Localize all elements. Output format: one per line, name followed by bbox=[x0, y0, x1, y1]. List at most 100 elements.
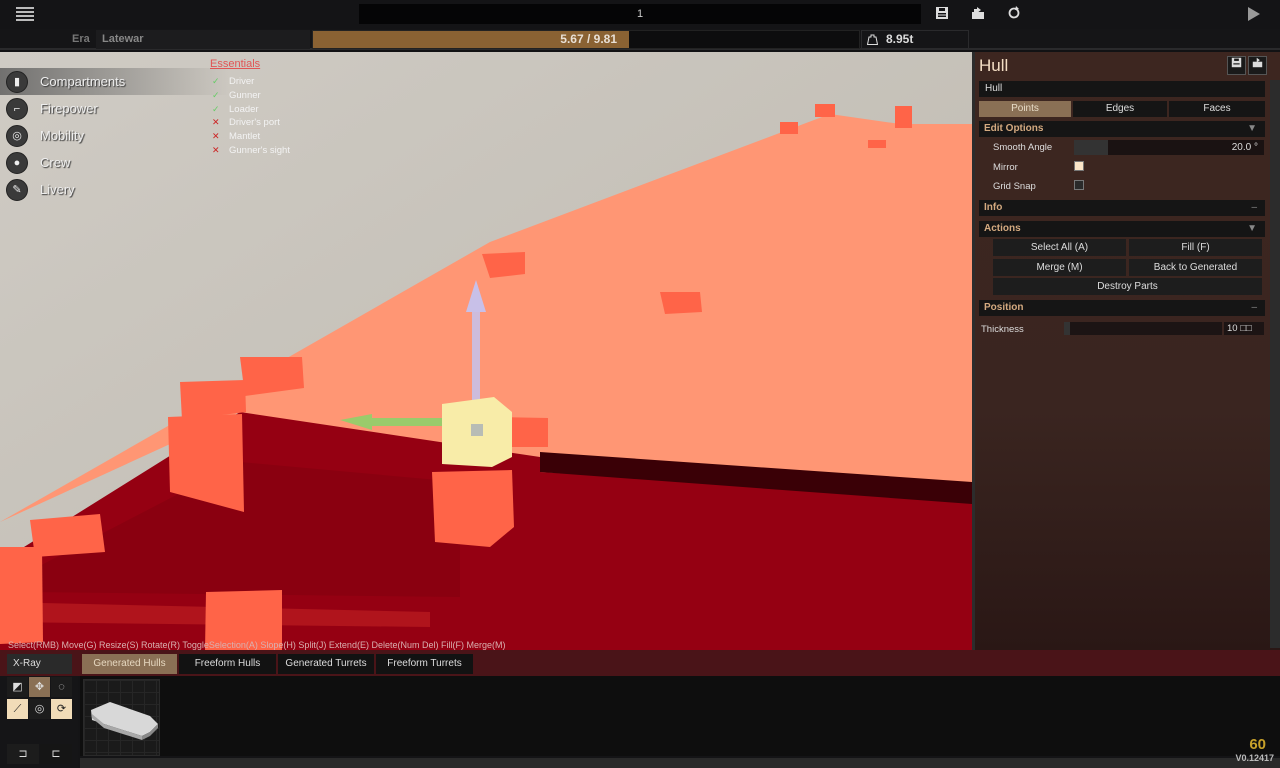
category-label: Firepower bbox=[40, 101, 98, 116]
weight-progress-text: 5.67 / 9.81 bbox=[560, 32, 617, 46]
essential-label: Driver bbox=[229, 76, 255, 88]
destroy-parts-button[interactable]: Destroy Parts bbox=[993, 278, 1262, 295]
thickness-value-input[interactable]: 10 □□ bbox=[1224, 322, 1264, 335]
essential-label: Driver's port bbox=[229, 117, 280, 129]
tab-generated-hulls[interactable]: Generated Hulls bbox=[82, 654, 177, 674]
xray-toggle[interactable]: X-Ray bbox=[7, 654, 72, 674]
merge-button[interactable]: Merge (M) bbox=[993, 259, 1126, 276]
firepower-icon: ⌐ bbox=[6, 97, 28, 120]
cross-icon: ✕ bbox=[212, 117, 220, 128]
redo-icon[interactable]: ⊏ bbox=[40, 744, 72, 764]
section-actions[interactable]: Actions ▼ bbox=[979, 221, 1265, 237]
3d-viewport[interactable]: ▮ Compartments ⌐ Firepower ◎ Mobility ● Crew ✎ Li… bbox=[0, 52, 972, 650]
thickness-label: Thickness bbox=[981, 324, 1024, 335]
essential-item: ✓ Loader bbox=[212, 102, 290, 116]
essential-item: ✕ Gunner's sight bbox=[212, 143, 290, 157]
tab-generated-turrets[interactable]: Generated Turrets bbox=[278, 654, 374, 674]
keyboard-hint: Select(RMB) Move(G) Resize(S) Rotate(R) … bbox=[8, 640, 506, 650]
section-edit-options[interactable]: Edit Options ▼ bbox=[979, 121, 1265, 137]
category-mobility[interactable]: ◎ Mobility bbox=[0, 122, 230, 149]
mass-readout: 8.95t bbox=[861, 30, 969, 49]
snap-tool-icon[interactable]: ◎ bbox=[29, 699, 50, 719]
essential-item: ✕ Driver's port bbox=[212, 116, 290, 130]
mobility-icon: ◎ bbox=[6, 124, 28, 147]
back-to-generated-button[interactable]: Back to Generated bbox=[1129, 259, 1262, 276]
catalog-scrollbar[interactable] bbox=[80, 758, 1280, 768]
category-livery[interactable]: ✎ Livery bbox=[0, 176, 230, 203]
smooth-angle-slider[interactable]: 20.0 ° bbox=[1074, 140, 1264, 155]
hamburger-menu-icon[interactable] bbox=[16, 7, 34, 22]
point-handle bbox=[815, 104, 835, 117]
panel-scrollbar[interactable] bbox=[1270, 80, 1280, 648]
category-crew[interactable]: ● Crew bbox=[0, 149, 230, 176]
essential-label: Gunner's sight bbox=[229, 144, 290, 156]
refresh-icon[interactable] bbox=[1006, 6, 1022, 22]
part-name-input[interactable]: Hull bbox=[979, 81, 1265, 97]
bottom-bar: X-Ray Generated Hulls Freeform Hulls Gen… bbox=[0, 650, 1280, 768]
top-bar: 1 bbox=[0, 0, 1280, 29]
grid-snap-checkbox[interactable] bbox=[1074, 180, 1084, 190]
era-select[interactable]: Latewar bbox=[96, 30, 310, 49]
essentials-title: Essentials bbox=[210, 58, 261, 70]
part-catalog bbox=[80, 676, 1280, 756]
smooth-angle-label: Smooth Angle bbox=[993, 142, 1053, 153]
version-label: V0.12417 bbox=[1235, 753, 1274, 763]
essential-item: ✕ Mantlet bbox=[212, 130, 290, 144]
save-icon bbox=[1231, 57, 1242, 68]
era-label: Era bbox=[72, 33, 90, 45]
tab-faces[interactable]: Faces bbox=[1169, 101, 1265, 117]
slope-tool-icon[interactable]: ⟋ bbox=[7, 699, 28, 719]
category-compartments[interactable]: ▮ Compartments bbox=[0, 68, 230, 95]
thickness-slider-handle[interactable] bbox=[1064, 322, 1070, 335]
undo-icon[interactable]: ⊐ bbox=[7, 744, 39, 764]
point-handle bbox=[868, 140, 886, 148]
section-title: Position bbox=[984, 302, 1024, 313]
rotate-tool-icon[interactable]: ◌ bbox=[51, 677, 72, 697]
mass-value: 8.95t bbox=[886, 32, 914, 46]
point-handle bbox=[0, 547, 43, 644]
weight-icon bbox=[867, 34, 878, 45]
essential-label: Gunner bbox=[229, 90, 261, 102]
weight-progress-bar: 5.67 / 9.81 bbox=[312, 30, 860, 49]
gizmo-center bbox=[471, 424, 483, 436]
tab-edges[interactable]: Edges bbox=[1073, 101, 1167, 117]
smooth-angle-fill bbox=[1074, 140, 1108, 155]
category-firepower[interactable]: ⌐ Firepower bbox=[0, 95, 230, 122]
export-icon bbox=[1252, 57, 1263, 68]
scale-tool-icon[interactable]: ◩ bbox=[7, 677, 28, 697]
essential-item: ✓ Gunner bbox=[212, 89, 290, 103]
select-all-button[interactable]: Select All (A) bbox=[993, 239, 1126, 256]
crew-icon: ● bbox=[6, 151, 28, 174]
hull-thumbnail[interactable] bbox=[83, 679, 160, 756]
export-icon[interactable] bbox=[970, 6, 986, 22]
catalog-tab-strip: X-Ray Generated Hulls Freeform Hulls Gen… bbox=[0, 650, 1280, 676]
grid-snap-label: Grid Snap bbox=[993, 181, 1036, 192]
section-position[interactable]: Position – bbox=[979, 300, 1265, 316]
thickness-slider[interactable] bbox=[1064, 322, 1222, 335]
save-icon[interactable] bbox=[934, 6, 950, 22]
smooth-angle-value: 20.0 ° bbox=[1231, 142, 1258, 153]
move-tool-icon[interactable]: ✥ bbox=[29, 677, 50, 697]
fill-button[interactable]: Fill (F) bbox=[1129, 239, 1262, 256]
point-handle bbox=[432, 470, 514, 547]
panel-title: Hull bbox=[979, 56, 1009, 75]
tab-freeform-hulls[interactable]: Freeform Hulls bbox=[179, 654, 276, 674]
vehicle-name-input[interactable]: 1 bbox=[359, 4, 921, 24]
cross-icon: ✕ bbox=[212, 131, 220, 142]
cross-icon: ✕ bbox=[212, 144, 220, 155]
local-rotate-icon[interactable]: ⟳ bbox=[51, 699, 72, 719]
panel-save-button[interactable] bbox=[1227, 56, 1246, 75]
category-label: Compartments bbox=[40, 74, 126, 89]
check-icon: ✓ bbox=[212, 103, 220, 114]
stats-bar: Era Latewar 5.67 / 9.81 8.95t bbox=[0, 29, 1280, 50]
compartments-icon: ▮ bbox=[6, 70, 28, 93]
mirror-checkbox[interactable] bbox=[1074, 161, 1084, 171]
section-info[interactable]: Info – bbox=[979, 200, 1265, 216]
properties-panel: Hull Hull Points Edges Faces Edit Option… bbox=[972, 52, 1280, 650]
category-list: ▮ Compartments ⌐ Firepower ◎ Mobility ● Crew ✎ Li… bbox=[0, 68, 230, 203]
tab-points[interactable]: Points bbox=[979, 101, 1071, 117]
hull-preview-icon bbox=[91, 702, 158, 740]
play-icon[interactable] bbox=[1248, 7, 1260, 21]
tab-freeform-turrets[interactable]: Freeform Turrets bbox=[376, 654, 473, 674]
panel-export-button[interactable] bbox=[1248, 56, 1267, 75]
